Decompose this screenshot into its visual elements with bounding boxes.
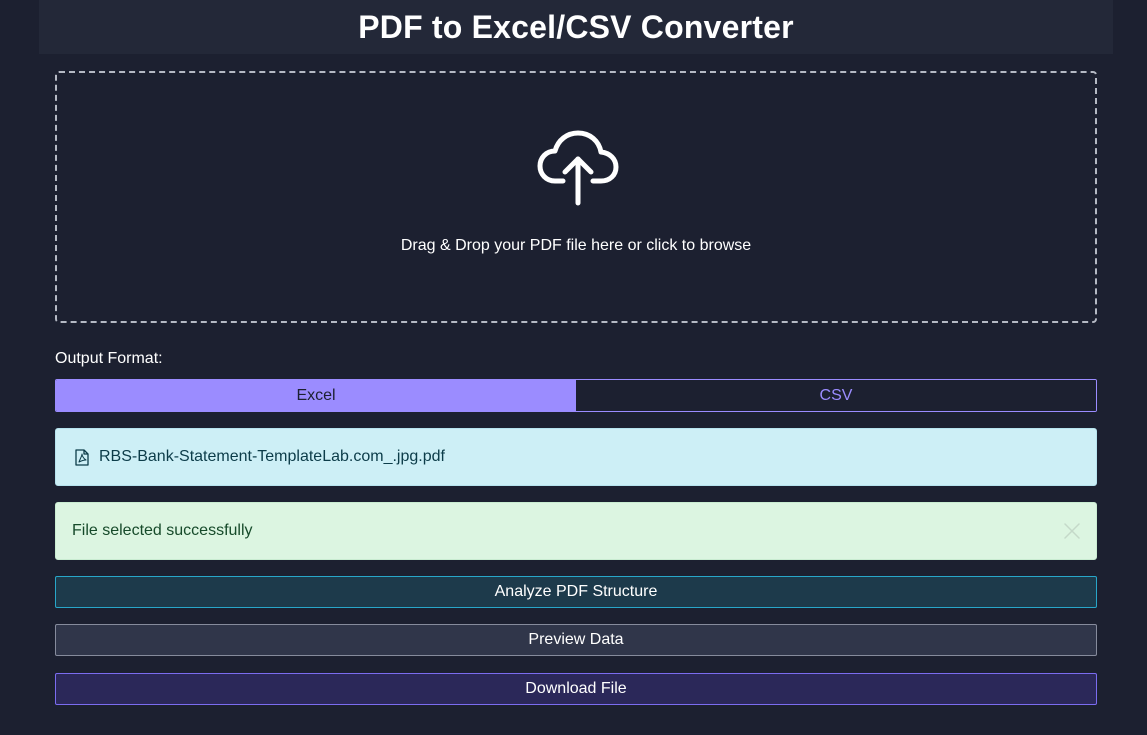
output-format-toggle: Excel CSV xyxy=(55,379,1097,412)
cloud-upload-icon xyxy=(537,130,619,206)
app-header: PDF to Excel/CSV Converter xyxy=(39,0,1113,54)
output-format-label: Output Format: xyxy=(55,350,163,367)
file-dropzone[interactable]: Drag & Drop your PDF file here or click … xyxy=(55,71,1097,323)
download-file-button[interactable]: Download File xyxy=(55,673,1097,705)
success-alert: File selected successfully xyxy=(55,502,1097,560)
selected-file-name: RBS-Bank-Statement-TemplateLab.com_.jpg.… xyxy=(99,448,445,465)
format-option-csv[interactable]: CSV xyxy=(576,380,1096,411)
page-title: PDF to Excel/CSV Converter xyxy=(358,8,794,45)
selected-file-info: RBS-Bank-Statement-TemplateLab.com_.jpg.… xyxy=(55,428,1097,486)
dropzone-instructions: Drag & Drop your PDF file here or click … xyxy=(400,237,752,254)
preview-data-button[interactable]: Preview Data xyxy=(55,624,1097,656)
alert-message: File selected successfully xyxy=(72,522,253,539)
analyze-pdf-button[interactable]: Analyze PDF Structure xyxy=(55,576,1097,608)
close-icon[interactable] xyxy=(1064,523,1080,539)
pdf-file-icon xyxy=(75,448,89,466)
format-option-excel[interactable]: Excel xyxy=(56,380,576,411)
